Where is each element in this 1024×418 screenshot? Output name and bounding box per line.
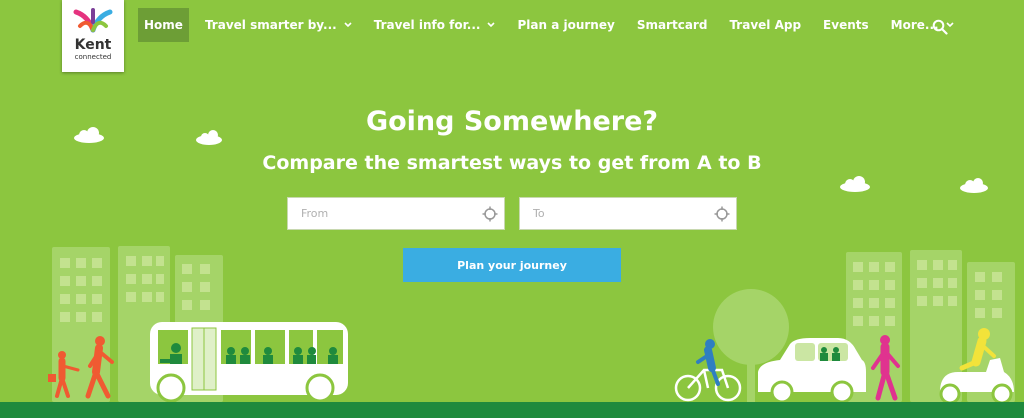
chevron-down-icon <box>487 22 496 28</box>
nav-plan-journey[interactable]: Plan a journey <box>506 8 625 42</box>
nav-travel-info[interactable]: Travel info for... <box>363 8 507 42</box>
nav-plan-journey-label: Plan a journey <box>517 18 615 32</box>
nav-home-label: Home <box>144 18 183 32</box>
nav-travel-app-label: Travel App <box>729 18 802 32</box>
city-illustration <box>0 127 1024 418</box>
nav-events-label: Events <box>823 18 869 32</box>
nav-smartcard-label: Smartcard <box>636 18 708 32</box>
hero-title: Going Somewhere? <box>365 106 659 137</box>
to-input[interactable] <box>520 198 713 229</box>
bus <box>150 322 348 403</box>
nav-travel-info-label: Travel info for... <box>373 18 481 32</box>
logo-mark-icon <box>73 8 113 33</box>
nav-smartcard[interactable]: Smartcard <box>626 8 719 42</box>
top-navigation: Kent connected Home Travel smarter by...… <box>0 0 1024 72</box>
cloud <box>960 178 988 193</box>
nav-travel-smarter[interactable]: Travel smarter by... <box>194 8 363 42</box>
logo-tagline: connected <box>74 53 112 61</box>
hero-subtitle: Compare the smartest ways to get from A … <box>262 152 762 174</box>
from-field <box>287 197 505 230</box>
nav-more[interactable]: More... <box>880 8 965 42</box>
to-field <box>519 197 737 230</box>
logo-wordmark: Kent <box>74 37 112 53</box>
search-icon[interactable] <box>932 19 948 35</box>
ground <box>0 402 1024 418</box>
location-target-icon[interactable] <box>714 206 730 222</box>
kent-connected-logo[interactable]: Kent connected <box>62 0 124 72</box>
main-menu: Home Travel smarter by... Travel info fo… <box>138 8 965 42</box>
from-input[interactable] <box>288 198 481 229</box>
nav-travel-smarter-label: Travel smarter by... <box>204 18 337 32</box>
nav-travel-app[interactable]: Travel App <box>718 8 812 42</box>
nav-home[interactable]: Home <box>138 8 189 42</box>
location-target-icon[interactable] <box>482 206 498 222</box>
cloud <box>840 176 870 192</box>
nav-events[interactable]: Events <box>812 8 880 42</box>
plan-journey-button[interactable]: Plan your journey <box>403 248 621 282</box>
chevron-down-icon <box>344 22 352 28</box>
